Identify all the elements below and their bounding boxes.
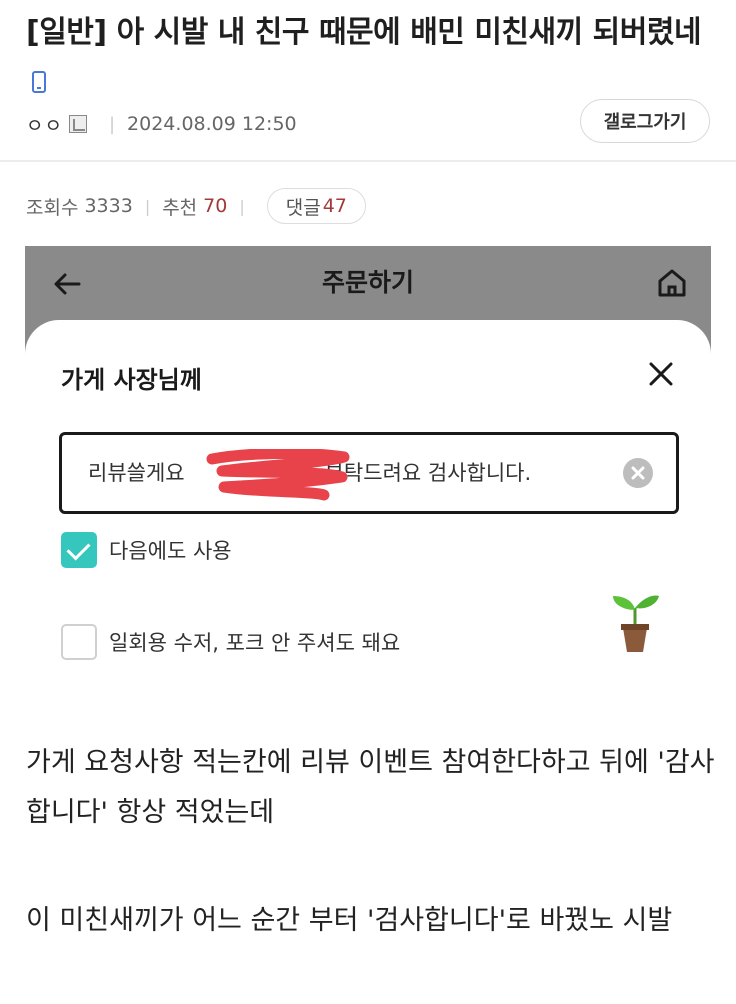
comments-label: 댓글	[285, 196, 321, 219]
post-stats: 조회수 3333 | 추천 70 | 댓글 47	[26, 188, 366, 224]
home-icon	[658, 269, 686, 297]
request-sheet-panel: 가게 사장님께 리뷰쓸게요 부탁드려요 검사합니다. 다음에도 사용 일회용 수…	[25, 320, 711, 690]
red-scribble-redaction	[206, 449, 350, 501]
comments-count: 47	[322, 195, 347, 217]
checkbox-unchecked	[61, 624, 97, 660]
gallog-button[interactable]: 갤로그가기	[580, 99, 710, 143]
body-paragraph-1: 가게 요청사항 적는칸에 리뷰 이벤트 참여한다하고 뒤에 '감사합니다' 항상…	[26, 747, 715, 828]
mobile-icon	[32, 71, 46, 93]
order-header-title: 주문하기	[321, 268, 414, 297]
fixed-nick-icon	[68, 115, 87, 133]
checkbox-checked	[61, 532, 97, 568]
stats-separator: |	[144, 196, 151, 216]
order-header: 주문하기	[25, 246, 711, 320]
sheet-title: 가게 사장님께	[61, 366, 202, 394]
no-cutlery-option: 일회용 수저, 포크 안 주셔도 돼요	[61, 624, 400, 660]
request-text-before: 리뷰쓸게요	[88, 461, 185, 485]
embedded-screenshot: 주문하기 가게 사장님께 리뷰쓸게요 부탁드려요 검사합니다. 다음에도 사용 …	[25, 246, 711, 690]
meta-separator: |	[108, 113, 116, 135]
body-paragraph-2: 이 미친새끼가 어느 순간 부터 '검사합니다'로 바꿨노 시발	[26, 905, 673, 936]
views-label: 조회수	[26, 196, 79, 219]
comments-button[interactable]: 댓글 47	[266, 188, 366, 224]
request-text-after: 부탁드려요 검사합니다.	[324, 461, 532, 485]
views-count: 3333	[84, 195, 133, 217]
close-icon	[649, 362, 673, 386]
header-divider	[0, 160, 736, 162]
post-title-text: [일반] 아 시발 내 친구 때문에 배민 미친새끼 되버렸네	[26, 15, 702, 50]
stats-separator: |	[239, 196, 245, 216]
post-date: 2024.08.09 12:50	[127, 113, 297, 135]
post-meta: ㅇㅇ | 2024.08.09 12:50	[26, 108, 297, 140]
reuse-option-label: 다음에도 사용	[109, 539, 232, 563]
no-cutlery-option-label: 일회용 수저, 포크 안 주셔도 돼요	[109, 631, 401, 655]
recommend-count: 70	[203, 195, 228, 217]
sprout-icon	[613, 595, 659, 652]
reuse-option: 다음에도 사용	[61, 532, 232, 568]
recommend-label: 추천	[162, 196, 198, 219]
request-input: 리뷰쓸게요 부탁드려요 검사합니다.	[59, 432, 679, 514]
author-name[interactable]: ㅇㅇ	[26, 111, 63, 138]
post-title: [일반] 아 시발 내 친구 때문에 배민 미친새끼 되버렸네	[26, 8, 716, 108]
clear-input-icon	[623, 458, 653, 488]
request-sheet: 가게 사장님께 리뷰쓸게요 부탁드려요 검사합니다. 다음에도 사용 일회용 수…	[25, 320, 711, 690]
back-arrow-icon	[54, 273, 81, 295]
